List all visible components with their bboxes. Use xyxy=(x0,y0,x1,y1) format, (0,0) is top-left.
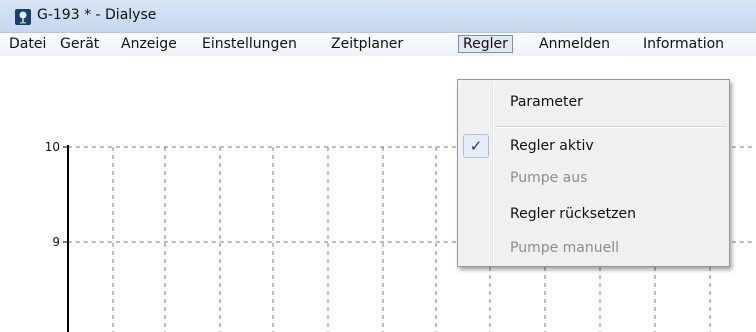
menu-regler[interactable]: Regler xyxy=(458,35,513,53)
menuitem-regler-aktiv[interactable]: Regler aktiv xyxy=(510,136,594,156)
title-bar[interactable]: G-193 * - Dialyse xyxy=(0,0,756,33)
regler-dropdown-menu: Parameter ✓ Regler aktiv Pumpe aus Regle… xyxy=(457,79,730,267)
app-icon[interactable] xyxy=(15,9,31,25)
menu-anzeige[interactable]: Anzeige xyxy=(117,35,181,53)
menuitem-pumpe-aus[interactable]: Pumpe aus xyxy=(510,168,587,188)
chart-axes xyxy=(63,145,69,332)
menu-anmelden[interactable]: Anmelden xyxy=(535,35,614,53)
y-tick-label: 10 xyxy=(45,140,60,154)
chart-labels: 10 9 xyxy=(45,140,60,249)
menu-bar: Datei Gerät Anzeige Einstellungen Zeitpl… xyxy=(0,33,756,57)
menuitem-pumpe-manuell[interactable]: Pumpe manuell xyxy=(510,238,619,258)
window-title: G-193 * - Dialyse xyxy=(37,7,157,23)
menu-geraet[interactable]: Gerät xyxy=(56,35,103,53)
y-tick-label: 9 xyxy=(52,235,60,249)
menuitem-regler-ruecksetzen[interactable]: Regler rücksetzen xyxy=(510,204,636,224)
menu-information[interactable]: Information xyxy=(639,35,728,53)
menu-separator xyxy=(496,126,726,128)
menu-zeitplaner[interactable]: Zeitplaner xyxy=(327,35,407,53)
checkmark-icon: ✓ xyxy=(469,137,483,155)
checkmark-highlight: ✓ xyxy=(463,134,489,158)
menu-einstellungen[interactable]: Einstellungen xyxy=(198,35,301,53)
menu-datei[interactable]: Datei xyxy=(5,35,50,53)
app-window: G-193 * - Dialyse Datei Gerät Anzeige Ei… xyxy=(0,0,756,332)
menu-gutter xyxy=(492,82,494,264)
menuitem-parameter[interactable]: Parameter xyxy=(510,92,583,112)
